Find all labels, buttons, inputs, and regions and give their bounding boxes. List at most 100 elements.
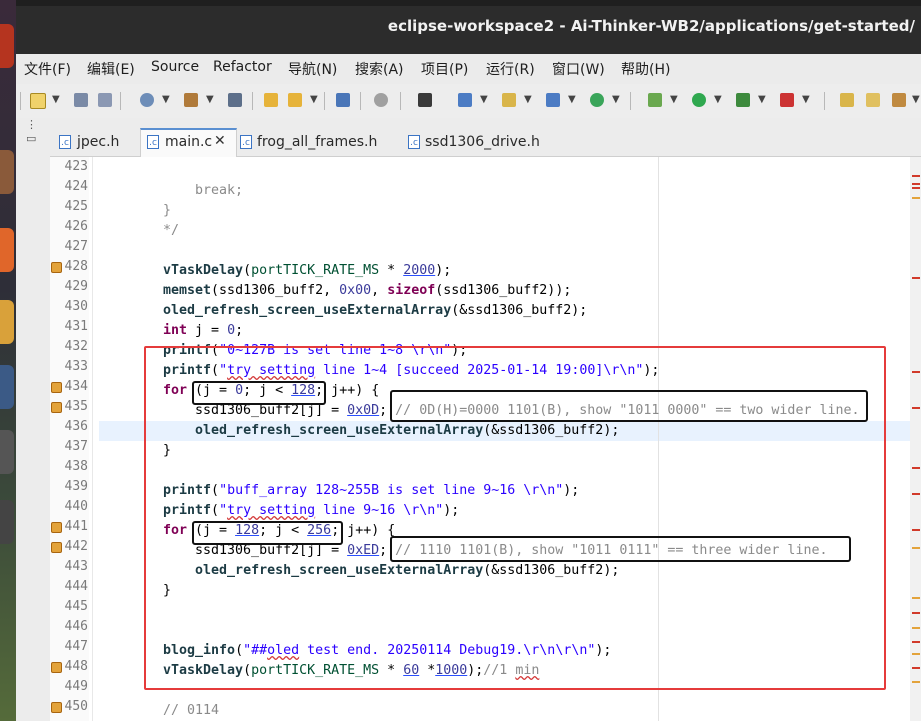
new-c-project-icon[interactable]: [458, 93, 472, 107]
dock-app-6[interactable]: [0, 430, 14, 474]
folder-dropdown-icon[interactable]: ▼: [524, 94, 532, 105]
stop-icon[interactable]: [780, 93, 794, 107]
dock-app-1[interactable]: [0, 24, 14, 68]
code-line: */: [163, 223, 180, 238]
stop-dropdown-icon[interactable]: ▼: [802, 94, 810, 105]
menu-run[interactable]: 运行(R): [486, 59, 535, 79]
overview-mark[interactable]: [912, 627, 920, 629]
warning-marker-icon[interactable]: [51, 262, 62, 273]
debug-icon[interactable]: [418, 93, 432, 107]
refresh-dropdown-icon[interactable]: ▼: [612, 94, 620, 105]
line-number: 443: [64, 559, 88, 574]
bug-icon[interactable]: [648, 93, 662, 107]
new-icon[interactable]: [30, 93, 46, 109]
overview-mark[interactable]: [912, 529, 920, 531]
build-dropdown-icon[interactable]: ▼: [206, 94, 214, 105]
overview-mark[interactable]: [912, 493, 920, 495]
restore-icon[interactable]: ▭: [26, 132, 36, 145]
redo-icon[interactable]: [288, 93, 302, 107]
dock-app-4[interactable]: [0, 300, 14, 344]
new-dropdown-icon[interactable]: ▼: [52, 94, 60, 105]
tab-label: frog_all_frames.h: [257, 134, 378, 150]
toolbar-separator: [252, 92, 253, 110]
undo-icon[interactable]: [264, 93, 278, 107]
open-folder-icon[interactable]: [840, 93, 854, 107]
overview-mark[interactable]: [912, 183, 920, 185]
dock-app-2[interactable]: [0, 150, 14, 194]
annotation-box: [390, 390, 868, 422]
warning-marker-icon[interactable]: [51, 542, 62, 553]
settings-dropdown-icon[interactable]: ▼: [162, 94, 170, 105]
open-file-icon[interactable]: [866, 93, 880, 107]
overview-mark[interactable]: [912, 681, 920, 683]
warning-marker-icon[interactable]: [51, 662, 62, 673]
tab-frog-all-frames-h[interactable]: .c frog_all_frames.h: [236, 130, 386, 156]
line-number: 446: [64, 619, 88, 634]
overview-mark[interactable]: [912, 187, 920, 189]
menu-navigate[interactable]: 导航(N): [288, 59, 337, 79]
close-icon[interactable]: ✕: [214, 133, 226, 149]
menu-project[interactable]: 项目(P): [421, 59, 468, 79]
overview-ruler[interactable]: [910, 157, 921, 721]
build-hammer-icon[interactable]: [184, 93, 198, 107]
c-file-icon: .c: [408, 135, 420, 149]
line-number: 433: [64, 359, 88, 374]
dock-app-5[interactable]: [0, 365, 14, 409]
code-line: // 0114: [163, 703, 220, 718]
menu-search[interactable]: 搜索(A): [355, 59, 404, 79]
overview-mark[interactable]: [912, 667, 920, 669]
overview-mark[interactable]: [912, 597, 920, 599]
tab-jpec-h[interactable]: .c jpec.h: [56, 130, 138, 156]
overview-mark[interactable]: [912, 612, 920, 614]
warning-marker-icon[interactable]: [51, 402, 62, 413]
comment-icon[interactable]: [336, 93, 350, 107]
overview-mark[interactable]: [912, 277, 920, 279]
tab-main-c[interactable]: .c main.c ✕: [140, 128, 237, 158]
menu-window[interactable]: 窗口(W): [552, 59, 605, 79]
c-file-icon: .c: [59, 135, 71, 149]
overview-mark[interactable]: [912, 467, 920, 469]
menu-source[interactable]: Source: [151, 59, 199, 75]
dock-app-3[interactable]: [0, 228, 14, 272]
overview-mark[interactable]: [912, 547, 920, 549]
view-menu-icon[interactable]: ⋮: [26, 118, 37, 131]
dock-app-7[interactable]: [0, 500, 14, 544]
overview-mark[interactable]: [912, 197, 920, 199]
external-dropdown-icon[interactable]: ▼: [758, 94, 766, 105]
save-all-icon[interactable]: [98, 93, 112, 107]
menu-refactor[interactable]: Refactor: [213, 59, 272, 75]
tab-ssd1306-drive-h[interactable]: .c ssd1306_drive.h: [406, 130, 556, 156]
search-icon[interactable]: [374, 93, 388, 107]
overview-mark[interactable]: [912, 175, 920, 177]
save-icon[interactable]: [74, 93, 88, 107]
run-icon[interactable]: [692, 93, 706, 107]
external-tools-icon[interactable]: [736, 93, 750, 107]
menu-file[interactable]: 文件(F): [24, 59, 71, 79]
new-folder-icon[interactable]: [502, 93, 516, 107]
overview-mark[interactable]: [912, 407, 920, 409]
class-dropdown-icon[interactable]: ▼: [568, 94, 576, 105]
line-number: 426: [64, 219, 88, 234]
menu-edit[interactable]: 编辑(E): [87, 59, 135, 79]
run-dropdown-icon[interactable]: ▼: [714, 94, 722, 105]
overview-mark[interactable]: [912, 653, 920, 655]
brush-dropdown-icon[interactable]: ▼: [912, 94, 920, 105]
settings-icon[interactable]: [140, 93, 154, 107]
refresh-icon[interactable]: [590, 93, 604, 107]
overview-mark[interactable]: [912, 371, 920, 373]
brush-icon[interactable]: [892, 93, 906, 107]
line-number: 438: [64, 459, 88, 474]
build-target-icon[interactable]: [228, 93, 242, 107]
menu-help[interactable]: 帮助(H): [621, 59, 670, 79]
warning-marker-icon[interactable]: [51, 702, 62, 713]
overview-mark[interactable]: [912, 641, 920, 643]
c-project-dropdown-icon[interactable]: ▼: [480, 94, 488, 105]
minimized-view-stack: ⋮ ▭: [16, 118, 51, 721]
warning-marker-icon[interactable]: [51, 382, 62, 393]
redo-dropdown-icon[interactable]: ▼: [310, 94, 318, 105]
warning-marker-icon[interactable]: [51, 522, 62, 533]
bug-dropdown-icon[interactable]: ▼: [670, 94, 678, 105]
tab-label: main.c: [165, 134, 213, 150]
editor-tab-bar: .c jpec.h .c main.c ✕ .c frog_all_frames…: [50, 118, 921, 158]
new-class-icon[interactable]: [546, 93, 560, 107]
